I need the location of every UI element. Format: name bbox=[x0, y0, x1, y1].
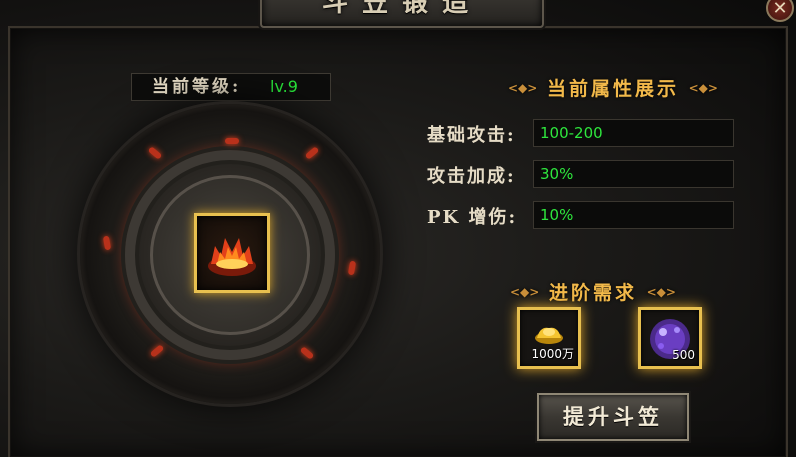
equipment-slot[interactable] bbox=[194, 213, 270, 293]
title-plate: 斗笠锻造 bbox=[260, 0, 544, 28]
stat-label: 基础攻击: bbox=[427, 125, 516, 146]
ornament-right: <◆> bbox=[688, 81, 718, 95]
level-display: 当前等级: lv.9 bbox=[131, 73, 331, 101]
close-icon[interactable]: ✕ bbox=[766, 0, 794, 22]
flame-crown-icon bbox=[208, 238, 256, 276]
requirement-count: 500 bbox=[672, 348, 695, 362]
ornament-left: <◆> bbox=[508, 81, 538, 95]
requirements-heading: <◆> 进阶需求 <◆> bbox=[510, 278, 676, 305]
stat-box: 100-200 bbox=[533, 119, 734, 147]
window-title: 斗笠锻造 bbox=[321, 0, 482, 18]
stat-label: 攻击加成: bbox=[427, 166, 516, 187]
requirement-slot-gold[interactable]: 1000万 bbox=[517, 307, 581, 369]
requirement-count: 1000万 bbox=[531, 347, 574, 361]
ornament-left: <◆> bbox=[510, 285, 540, 299]
ember-glow bbox=[225, 138, 239, 144]
level-value: lv.9 bbox=[270, 77, 298, 96]
stat-value: 100-200 bbox=[540, 124, 603, 142]
stat-label: PK 增伤: bbox=[427, 207, 518, 228]
ornament-right: <◆> bbox=[646, 285, 676, 299]
stat-value: 10% bbox=[540, 206, 574, 224]
level-label: 当前等级: bbox=[152, 77, 242, 97]
stat-box: 30% bbox=[533, 160, 734, 188]
requirements-title: 进阶需求 bbox=[548, 282, 637, 304]
stat-box: 10% bbox=[533, 201, 734, 229]
upgrade-hat-button[interactable]: 提升斗笠 bbox=[537, 393, 689, 441]
attributes-heading: <◆> 当前属性展示 <◆> bbox=[508, 74, 718, 101]
stat-value: 30% bbox=[540, 165, 574, 183]
requirement-slot-gem[interactable]: 500 bbox=[638, 307, 702, 369]
forge-panel: 斗笠锻造 ✕ 当前等级: lv.9 <◆> 当前属性展示 <◆> 基础攻击: 1… bbox=[0, 0, 796, 457]
attributes-title: 当前属性展示 bbox=[546, 78, 679, 100]
